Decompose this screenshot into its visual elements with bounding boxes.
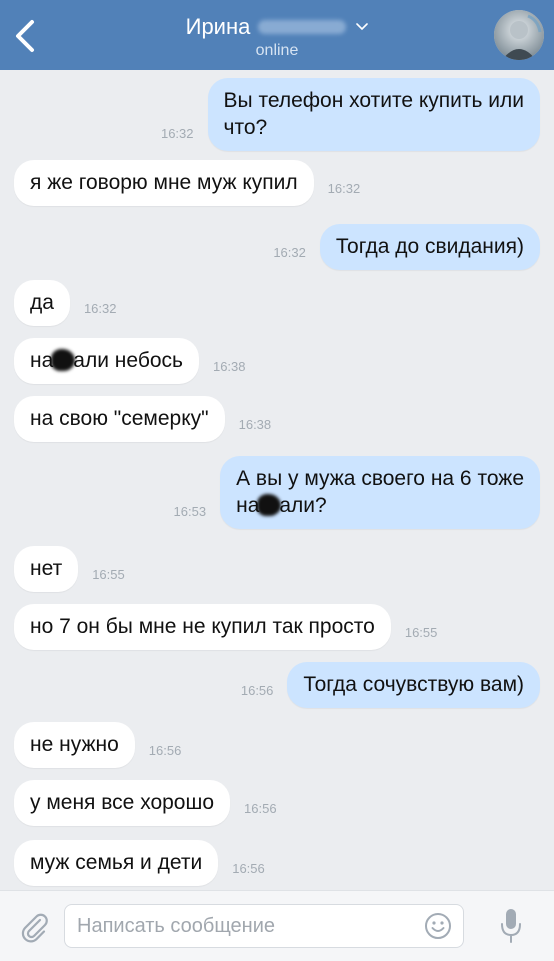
contact-status: online — [255, 42, 299, 59]
message-text: Тогда сочувствую вам) — [303, 673, 524, 696]
incoming-message[interactable]: но 7 он бы мне не купил так просто 16:55 — [14, 604, 451, 650]
message-text: что? — [223, 116, 268, 139]
message-bubble[interactable]: у меня все хорошо — [14, 780, 231, 826]
message-timestamp: 16:38 — [212, 359, 246, 374]
message-bubble[interactable]: на али небось — [14, 338, 199, 384]
message-bubble[interactable]: да — [14, 280, 70, 326]
message-text: на свою "семерку" — [30, 407, 209, 430]
message-text-part: на — [236, 494, 260, 517]
message-bubble[interactable]: Вы телефон хотите купить или что? — [207, 78, 540, 151]
paperclip-icon[interactable] — [18, 911, 50, 943]
incoming-message[interactable]: не нужно 16:56 — [14, 722, 195, 768]
incoming-message[interactable]: муж семья и дети 16:56 — [14, 840, 279, 886]
smiley-icon[interactable] — [424, 912, 452, 940]
outgoing-message[interactable]: Тогда сочувствую вам) 16:56 — [227, 662, 540, 708]
message-timestamp: 16:32 — [273, 245, 306, 260]
outgoing-message[interactable]: Тогда до свидания) 16:32 — [259, 224, 540, 270]
message-timestamp: 16:53 — [173, 504, 207, 519]
message-text: я же говорю мне муж купил — [30, 171, 298, 194]
redaction-scribble — [257, 494, 282, 516]
incoming-message[interactable]: на свою "семерку" 16:38 — [14, 396, 285, 442]
message-bubble[interactable]: Тогда до свидания) — [319, 224, 540, 270]
outgoing-message[interactable]: Вы телефон хотите купить или что? 16:32 — [147, 78, 540, 151]
message-text-part: али небось — [73, 349, 183, 372]
message-timestamp: 16:56 — [244, 801, 277, 816]
message-timestamp: 16:56 — [148, 743, 182, 758]
message-timestamp: 16:32 — [327, 181, 361, 196]
message-text-part: на — [30, 349, 54, 372]
message-text: Тогда до свидания) — [335, 235, 524, 258]
message-text: да — [30, 291, 54, 314]
message-bubble[interactable]: не нужно — [14, 722, 135, 768]
redaction-scribble — [51, 349, 76, 371]
message-bubble[interactable]: нет — [14, 546, 79, 592]
message-bubble[interactable]: муж семья и дети — [14, 840, 219, 886]
message-bubble[interactable]: но 7 он бы мне не купил так просто — [14, 604, 391, 650]
message-timestamp: 16:38 — [238, 417, 272, 432]
message-bubble[interactable]: я же говорю мне муж купил — [14, 160, 314, 206]
incoming-message[interactable]: я же говорю мне муж купил 16:32 — [14, 160, 374, 206]
outgoing-message[interactable]: А вы у мужа своего на 6 тоже на али? 16:53 — [160, 456, 540, 529]
message-timestamp: 16:56 — [240, 683, 274, 698]
incoming-message[interactable]: нет 16:55 — [14, 546, 139, 592]
incoming-message[interactable]: у меня все хорошо 16:56 — [14, 780, 291, 826]
message-timestamp: 16:55 — [404, 625, 438, 640]
message-timestamp: 16:32 — [83, 301, 117, 316]
incoming-message[interactable]: на али небось 16:38 — [14, 338, 260, 384]
message-text: муж семья и дети — [30, 851, 203, 874]
message-text: на али небось — [30, 347, 183, 374]
message-bubble[interactable]: на свою "семерку" — [14, 396, 225, 442]
chat-header: Ирина online — [0, 0, 554, 70]
message-timestamp: 16:32 — [160, 126, 194, 141]
microphone-icon[interactable] — [500, 907, 522, 945]
message-timestamp: 16:55 — [92, 567, 125, 582]
message-text: нет — [30, 557, 63, 580]
message-text: но 7 он бы мне не купил так просто — [30, 615, 375, 638]
redacted-surname — [258, 20, 347, 34]
message-bubble[interactable]: А вы у мужа своего на 6 тоже на али? — [220, 456, 540, 529]
chat-title[interactable]: Ирина online — [0, 14, 554, 60]
message-text: на али? — [236, 492, 524, 519]
message-text: А вы у мужа своего на 6 тоже — [236, 467, 524, 490]
composer-bar — [0, 890, 554, 961]
message-text: Вы телефон хотите купить или — [223, 89, 524, 112]
message-timestamp: 16:56 — [232, 861, 265, 876]
message-text: у меня все хорошо — [30, 791, 215, 814]
message-text: не нужно — [30, 733, 119, 756]
chevron-down-icon — [356, 23, 369, 31]
avatar[interactable] — [494, 10, 544, 60]
message-text-part: али? — [279, 494, 327, 517]
incoming-message[interactable]: да 16:32 — [14, 280, 130, 326]
message-bubble[interactable]: Тогда сочувствую вам) — [287, 662, 540, 708]
message-list[interactable]: Вы телефон хотите купить или что? 16:32 я ж… — [0, 70, 554, 890]
contact-name: Ирина — [185, 14, 251, 39]
message-input[interactable] — [64, 904, 464, 948]
